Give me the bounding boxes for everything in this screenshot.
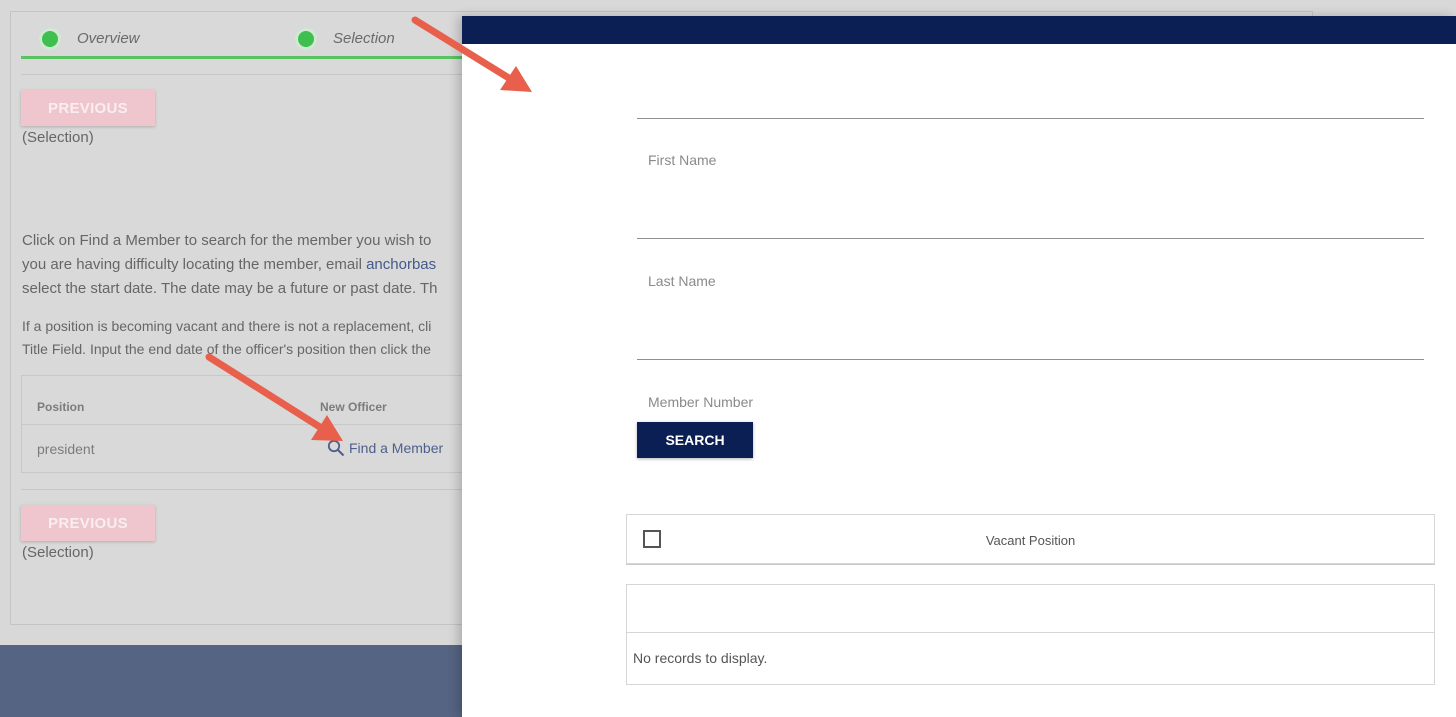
- previous-button[interactable]: PREVIOUS: [21, 90, 155, 126]
- step-selection[interactable]: Selection: [333, 30, 395, 47]
- field-underline: [637, 238, 1424, 239]
- divider: [21, 489, 481, 490]
- panel-header-bar: [462, 16, 1456, 44]
- divider: [21, 74, 481, 75]
- step-overview[interactable]: Overview: [77, 30, 140, 47]
- member-search-panel: First Name Last Name Member Number SEARC…: [462, 16, 1456, 717]
- divider: [22, 424, 480, 425]
- field-underline: [637, 118, 1424, 119]
- step-complete-icon: [298, 31, 314, 47]
- search-icon: [327, 439, 345, 457]
- column-header-new-officer: New Officer: [320, 400, 387, 414]
- find-member-link[interactable]: Find a Member: [327, 439, 443, 457]
- previous-button-bottom[interactable]: PREVIOUS: [21, 505, 155, 541]
- step-progress-bar: [21, 56, 481, 59]
- support-email-link[interactable]: anchorbas: [366, 256, 436, 273]
- results-grid: No records to display.: [626, 584, 1435, 685]
- previous-step-caption: (Selection): [22, 544, 94, 561]
- member-number-label: Member Number: [648, 394, 754, 410]
- vacant-position-label: Vacant Position: [985, 533, 1076, 548]
- officers-table: Position New Officer president Find a Me…: [21, 375, 481, 473]
- instructions-text: Click on Find a Member to search for the…: [22, 232, 438, 297]
- first-name-input[interactable]: [637, 196, 1424, 236]
- position-cell: president: [37, 441, 95, 457]
- no-records-message: No records to display.: [633, 650, 768, 666]
- vacancy-instructions: If a position is becoming vacant and the…: [22, 318, 432, 357]
- last-name-label: Last Name: [648, 273, 716, 289]
- find-member-label: Find a Member: [349, 440, 444, 456]
- column-header-position: Position: [37, 400, 85, 414]
- previous-step-caption: (Selection): [22, 129, 94, 146]
- last-name-input[interactable]: [637, 316, 1424, 356]
- grid-header: [627, 585, 1434, 633]
- search-button[interactable]: SEARCH: [637, 422, 753, 458]
- field-underline: [637, 359, 1424, 360]
- first-name-label: First Name: [648, 152, 717, 168]
- step-complete-icon: [42, 31, 58, 47]
- vacant-position-row: Vacant Position: [626, 514, 1435, 564]
